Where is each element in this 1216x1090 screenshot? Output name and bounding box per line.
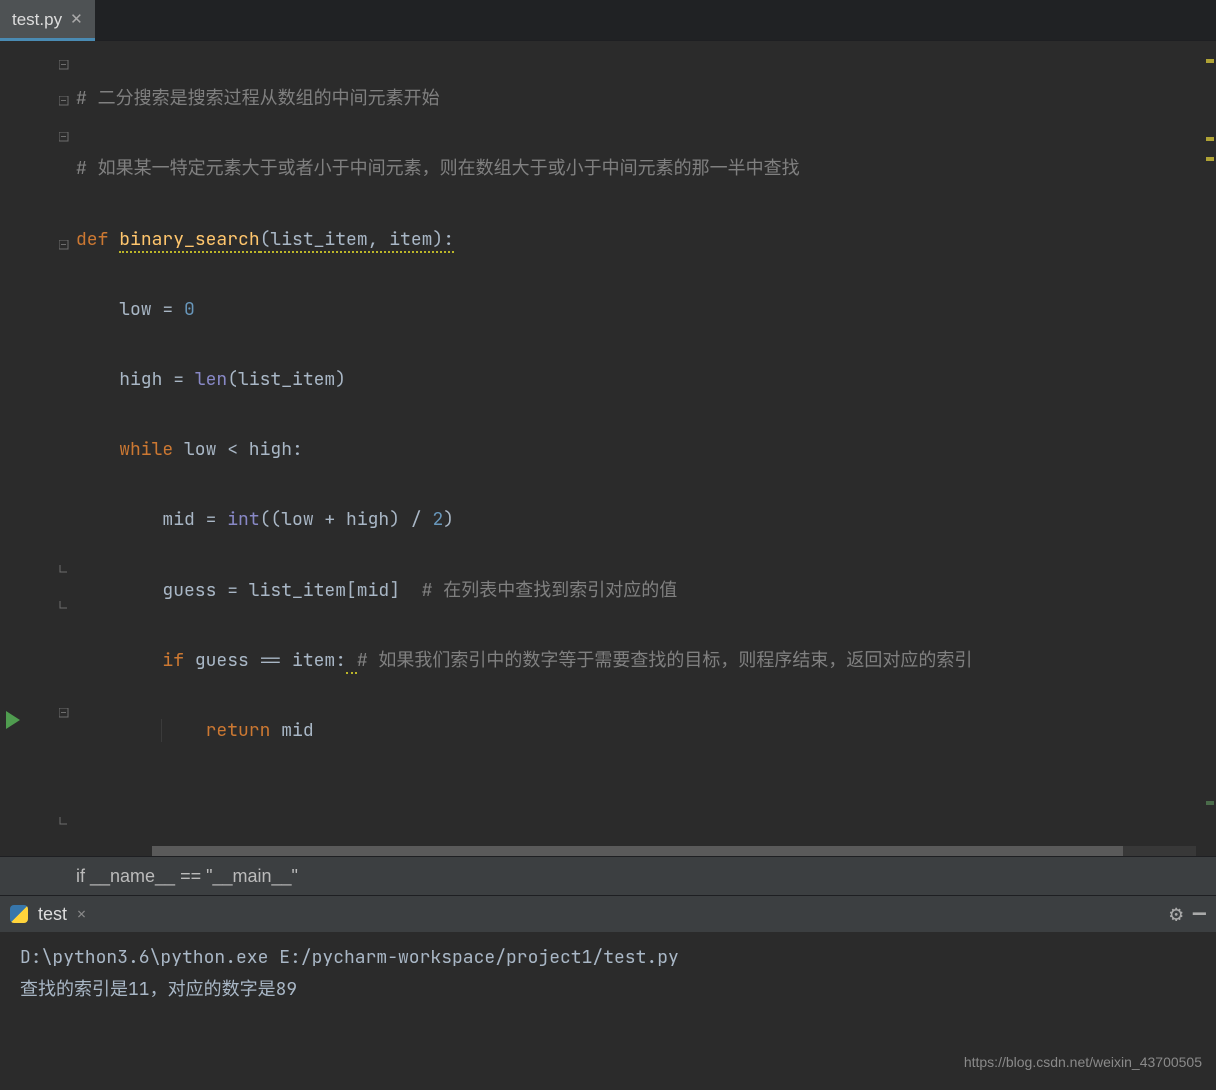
code-text: ) <box>443 508 454 531</box>
number: 2 <box>432 508 443 531</box>
watermark: https://blog.csdn.net/weixin_43700505 <box>964 1049 1202 1076</box>
warning-marker[interactable] <box>1206 137 1214 141</box>
code-text: low = <box>119 298 184 321</box>
gear-icon[interactable]: ⚙ <box>1170 893 1183 935</box>
warning-marker[interactable] <box>1206 157 1214 161</box>
comment: # 如果我们索引中的数字等于需要查找的目标，则程序结束，返回对应的索引 <box>357 649 973 672</box>
function-name: binary_search <box>119 228 259 253</box>
code-text: low < high: <box>173 438 303 461</box>
fold-icon[interactable] <box>57 130 71 144</box>
marker-strip[interactable] <box>1204 41 1216 856</box>
code-text: high = <box>119 368 195 391</box>
params: (list_item, item): <box>260 228 454 253</box>
code-text: guess == item: <box>184 649 346 672</box>
code-text: guess = list_item[mid] <box>162 579 400 602</box>
editor: # 二分搜索是搜索过程从数组的中间元素开始 # 如果某一特定元素大于或者小于中间… <box>0 41 1216 856</box>
file-tab[interactable]: test.py ✕ <box>0 0 95 40</box>
close-icon[interactable]: ✕ <box>70 6 83 35</box>
fold-end-icon[interactable] <box>57 814 71 828</box>
code-text: ((low + high) / <box>260 508 433 531</box>
fold-icon[interactable] <box>57 238 71 252</box>
gutter[interactable] <box>0 41 76 856</box>
console-line: D:\python3.6\python.exe E:/pycharm-works… <box>20 942 1216 974</box>
code-text: mid <box>270 719 313 742</box>
code-area[interactable]: # 二分搜索是搜索过程从数组的中间元素开始 # 如果某一特定元素大于或者小于中间… <box>76 41 1204 856</box>
keyword: while <box>119 438 173 461</box>
fold-icon[interactable] <box>57 706 71 720</box>
fold-icon[interactable] <box>57 94 71 108</box>
keyword: def <box>76 228 108 251</box>
number: 0 <box>184 298 195 321</box>
fold-end-icon[interactable] <box>57 562 71 576</box>
close-icon[interactable]: ✕ <box>77 900 86 929</box>
file-tab-label: test.py <box>12 4 62 36</box>
comment: # 如果某一特定元素大于或者小于中间元素，则在数组大于或小于中间元素的那一半中查… <box>76 157 800 180</box>
builtin: len <box>195 368 227 391</box>
code-text: mid = <box>162 508 227 531</box>
python-icon <box>10 905 28 923</box>
keyword: return <box>206 719 271 742</box>
code-text: (list_item) <box>227 368 346 391</box>
editor-tabstrip: test.py ✕ <box>0 0 1216 41</box>
run-title[interactable]: test <box>38 897 67 931</box>
fold-end-icon[interactable] <box>57 598 71 612</box>
fold-icon[interactable] <box>57 58 71 72</box>
horizontal-scrollbar[interactable] <box>152 846 1196 856</box>
console-line: 查找的索引是11，对应的数字是89 <box>20 974 1216 1006</box>
edit-marker[interactable] <box>1206 801 1214 805</box>
comment: # 二分搜索是搜索过程从数组的中间元素开始 <box>76 87 440 110</box>
run-icon[interactable] <box>6 711 20 729</box>
console-output[interactable]: D:\python3.6\python.exe E:/pycharm-works… <box>0 932 1216 1062</box>
scrollbar-thumb[interactable] <box>152 846 1123 856</box>
builtin: int <box>227 508 259 531</box>
keyword: if <box>162 649 184 672</box>
breadcrumb-text: if __name__ == "__main__" <box>76 859 298 893</box>
comment: # 在列表中查找到索引对应的值 <box>422 579 678 602</box>
warning-marker[interactable] <box>1206 59 1214 63</box>
breadcrumb[interactable]: if __name__ == "__main__" <box>0 856 1216 895</box>
minimize-icon[interactable]: — <box>1193 893 1206 935</box>
run-toolbar: test ✕ ⚙ — <box>0 895 1216 932</box>
